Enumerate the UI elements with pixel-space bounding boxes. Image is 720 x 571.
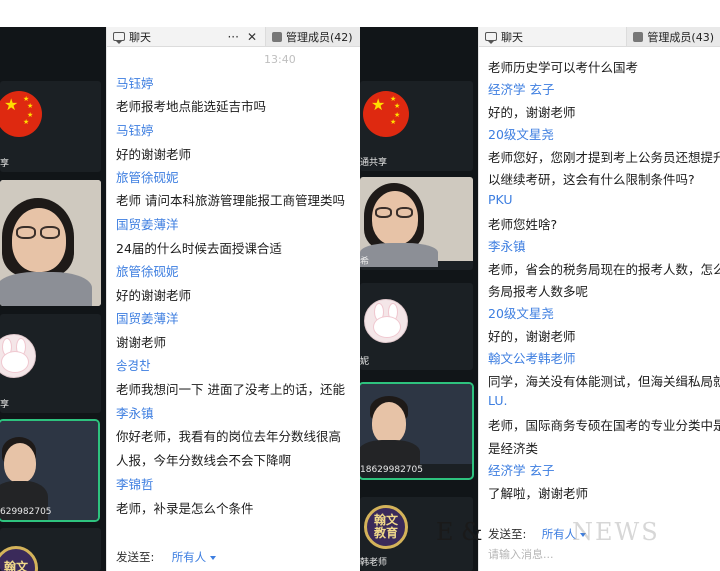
message-text: 人报，今年分数线会不会下降啊	[116, 453, 292, 468]
message-time: 13:40	[264, 53, 296, 66]
tab-chat[interactable]: 聊天	[479, 27, 626, 46]
message-sender: 20级文星尧	[488, 306, 554, 321]
message-input[interactable]: 请输入消息...	[488, 548, 554, 561]
participant-name: 18629982705	[360, 465, 423, 475]
tab-chat[interactable]: 聊天 ··· ✕	[107, 27, 265, 46]
send-to-label: 发送至:	[488, 527, 527, 541]
message-sender: 송경찬	[116, 358, 151, 373]
participant-name: 韩老师	[360, 558, 388, 568]
message-text: 以继续考研，这会有什么限制条件吗?	[488, 172, 695, 187]
video-tile[interactable]: ★ ★ ★ ★ ★ 享	[0, 81, 101, 172]
participant-name: 妮	[360, 357, 370, 367]
more-icon[interactable]: ···	[225, 30, 240, 44]
left-video-strip: ★ ★ ★ ★ ★ 享 享 629982705 翰文	[0, 27, 106, 571]
tab-members[interactable]: 管理成员(43)	[626, 27, 720, 46]
tab-chat-label: 聊天	[129, 30, 151, 44]
message-text: 是经济类	[488, 441, 539, 456]
message-sender: 国贸姜薄洋	[116, 217, 179, 232]
message-text: 老师历史学可以考什么国考	[488, 60, 639, 75]
tab-members-label: 管理成员(42)	[286, 30, 353, 44]
message-sender: LU.	[488, 393, 508, 408]
right-video-strip: ★ ★ ★ ★ ★ 通共享 希 妮 18629982705 翰文 教育 韩老师	[360, 27, 478, 571]
right-chat-panel: 聊天 管理成员(43) 老师历史学可以考什么国考 经济学 玄子 好的，谢谢老师 …	[478, 27, 720, 571]
chat-footer: 发送至: 所有人	[107, 546, 360, 571]
video-tile-active[interactable]: 629982705	[0, 419, 100, 522]
hanwen-logo: 翰文	[0, 546, 38, 571]
participant-name: 629982705	[0, 507, 52, 517]
message-text: 老师您好，您刚才提到考上公务员还想提升	[488, 150, 720, 165]
watermark-text: E &	[436, 518, 483, 546]
members-icon	[633, 31, 644, 42]
message-text: 好的谢谢老师	[116, 147, 192, 162]
close-icon[interactable]: ✕	[245, 30, 259, 44]
message-text: 你好老师，我看有的岗位去年分数线很高	[116, 429, 342, 444]
message-sender: 20级文星尧	[488, 127, 554, 142]
video-tile[interactable]: ★ ★ ★ ★ ★ 通共享	[360, 81, 473, 171]
message-sender: 国贸姜薄洋	[116, 311, 179, 326]
message-text: 好的谢谢老师	[116, 288, 192, 303]
message-text: 好的，谢谢老师	[488, 105, 576, 120]
bunny-avatar	[0, 334, 36, 378]
video-tile[interactable]	[0, 180, 101, 306]
tab-chat-label: 聊天	[501, 30, 523, 44]
tab-members-label: 管理成员(43)	[647, 30, 714, 44]
participant-video	[360, 177, 473, 267]
video-tile[interactable]: 希	[360, 177, 473, 270]
message-list[interactable]: 老师历史学可以考什么国考 经济学 玄子 好的，谢谢老师 20级文星尧 老师您好，…	[479, 47, 720, 531]
video-tile[interactable]: 妮	[360, 283, 473, 370]
message-text: 好的，谢谢老师	[488, 329, 576, 344]
message-sender: 经济学 玄子	[488, 463, 555, 478]
participant-video	[360, 384, 472, 470]
message-text: 了解啦，谢谢老师	[488, 486, 589, 501]
china-flag-avatar: ★ ★ ★ ★ ★	[0, 91, 42, 137]
message-text: 谢谢老师	[116, 335, 167, 350]
message-list[interactable]: 13:40 马钰婷 老师报考地点能选延吉市吗 马钰婷 好的谢谢老师 旅管徐砚妮 …	[107, 47, 360, 547]
video-tile[interactable]: 翰文	[0, 528, 101, 571]
left-chat-panel: 聊天 ··· ✕ 管理成员(42) 13:40 马钰婷 老师报考地点能选延吉市吗…	[106, 27, 360, 571]
members-icon	[272, 31, 282, 42]
participant-video	[0, 180, 101, 306]
message-sender: 经济学 玄子	[488, 82, 555, 97]
send-to-label: 发送至:	[116, 550, 155, 564]
hanwen-logo: 翰文 教育	[364, 505, 408, 549]
participant-name: 享	[0, 400, 10, 410]
message-text: 老师，省会的税务局现在的报考人数，怎么	[488, 262, 720, 277]
participant-name: 通共享	[360, 158, 388, 168]
participant-video	[0, 421, 98, 520]
message-sender: 李永镇	[116, 406, 154, 421]
china-flag-avatar: ★ ★ ★ ★ ★	[363, 91, 409, 137]
message-sender: 李锦哲	[116, 477, 154, 492]
video-tile[interactable]: 享	[0, 314, 101, 413]
participant-name: 享	[0, 159, 10, 169]
message-text: 老师，补录是怎么个条件	[116, 501, 254, 516]
send-to-dropdown[interactable]: 所有人	[172, 550, 217, 564]
watermark-faint-text: NEWS	[572, 518, 660, 546]
video-tile-active[interactable]: 18629982705	[360, 382, 474, 480]
message-text: 老师 请问本科旅游管理能报工商管理类吗	[116, 193, 345, 208]
message-text: 老师我想问一下 进面了没考上的话，还能	[116, 382, 345, 397]
message-text: 老师您姓啥?	[488, 217, 558, 232]
message-sender: 李永镇	[488, 239, 526, 254]
bunny-avatar	[364, 299, 408, 343]
message-sender: 马钰婷	[116, 123, 154, 138]
tab-members[interactable]: 管理成员(42)	[265, 27, 360, 46]
message-text: 24届的什么时候去面授课合适	[116, 241, 282, 256]
message-text: 务局报考人数多呢	[488, 284, 589, 299]
message-text: 同学，海关没有体能测试，但海关缉私局就	[488, 374, 720, 389]
participant-name: 希	[360, 257, 370, 267]
message-sender: 旅管徐砚妮	[116, 170, 179, 185]
chevron-down-icon	[210, 555, 217, 560]
chat-header: 聊天 管理成员(43)	[479, 27, 720, 47]
message-sender: 旅管徐砚妮	[116, 264, 179, 279]
chat-icon	[113, 32, 125, 44]
chat-header: 聊天 ··· ✕ 管理成员(42)	[107, 27, 360, 47]
message-text: 老师，国际商务专硕在国考的专业分类中是	[488, 418, 720, 433]
chat-icon	[485, 32, 497, 44]
message-sender: 马钰婷	[116, 76, 154, 91]
message-sender: 翰文公考韩老师	[488, 351, 576, 366]
message-text: 老师报考地点能选延吉市吗	[116, 99, 267, 114]
message-sender: PKU	[488, 192, 513, 207]
